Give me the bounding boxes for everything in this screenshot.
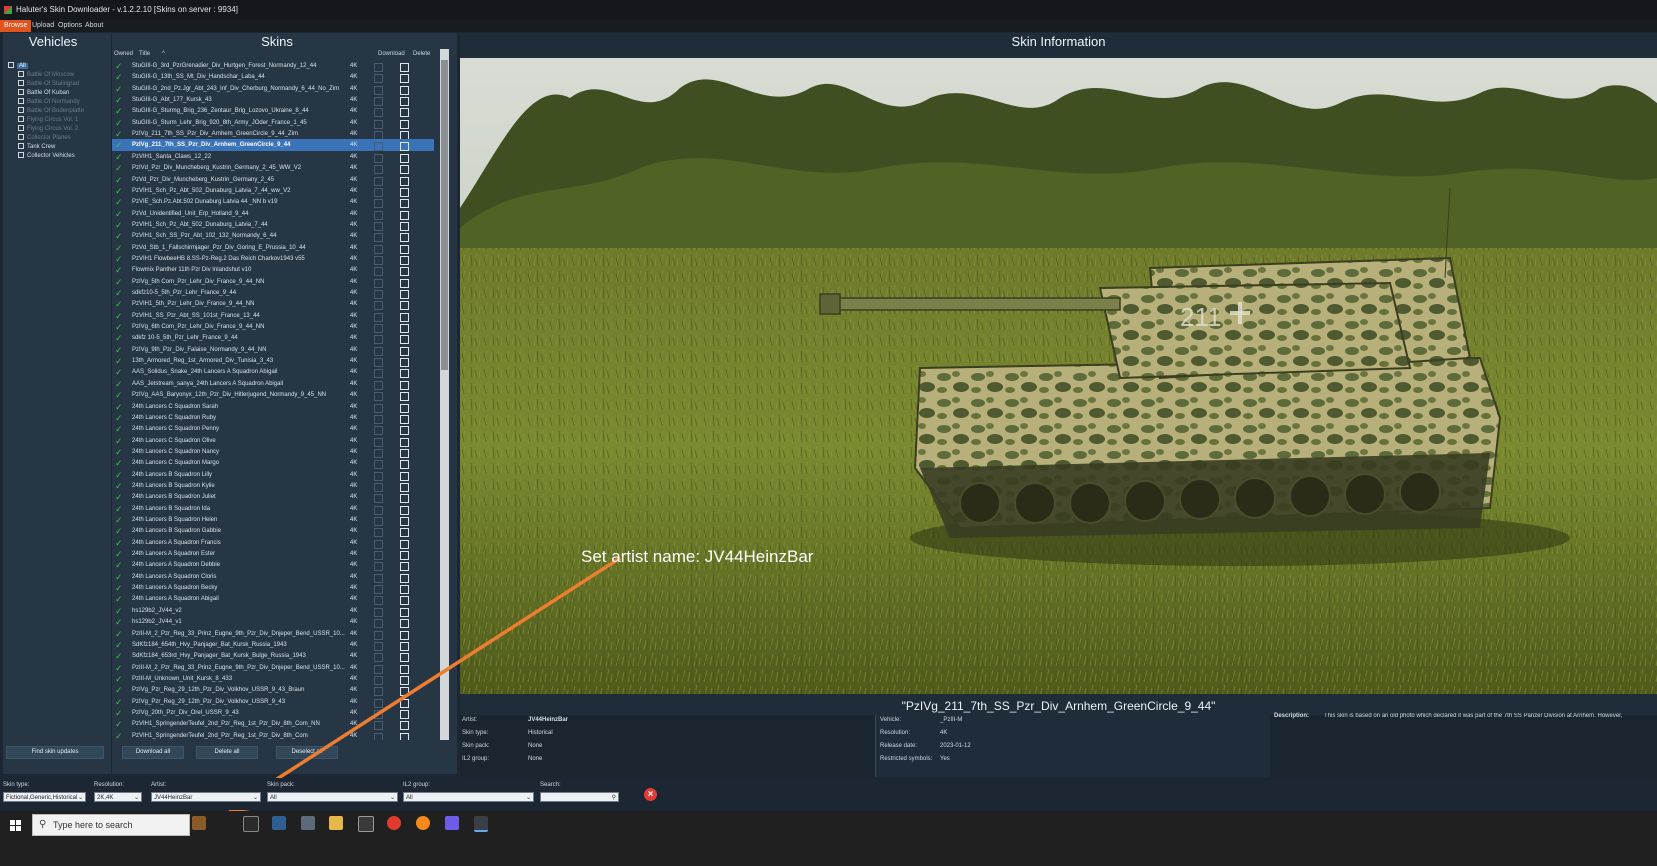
search-input[interactable]: ⚲	[540, 792, 619, 802]
calculator-icon[interactable]	[301, 816, 315, 830]
chevron-down-icon: ⌄	[389, 795, 395, 801]
task-view-icon[interactable]	[243, 816, 259, 832]
chevron-down-icon: ⌄	[525, 795, 531, 801]
dcs-app-icon[interactable]	[272, 816, 286, 830]
il2-group-label: IL2 group:	[462, 756, 490, 762]
skin-details: Artist: JV44HeinzBar Skin type: Historic…	[460, 713, 1657, 777]
resolution-filter-select[interactable]: 2K,4K ⌄	[94, 792, 142, 802]
search-filter-label: Search:	[540, 782, 561, 788]
skin-pack-filter-select[interactable]: All ⌄	[267, 792, 398, 802]
skin-type-filter-select[interactable]: Fictional,Generic,Historical ⌄	[3, 792, 86, 802]
artist-filter-label: Artist:	[151, 782, 167, 788]
widgets-icon[interactable]	[192, 816, 206, 830]
skin-downloader-taskbar-icon[interactable]	[474, 816, 488, 832]
restricted-symbols-value: Yes	[940, 756, 950, 762]
skin-type-filter-value: Fictional,Generic,Historical	[6, 795, 78, 801]
release-date-label: Release date:	[880, 743, 918, 749]
skin-pack-label: Skin pack:	[462, 743, 490, 749]
il2-group-filter-value: All	[406, 795, 413, 801]
discord-icon[interactable]	[445, 816, 459, 830]
chevron-down-icon: ⌄	[77, 795, 83, 801]
details-middle	[876, 715, 1269, 777]
skin-pack-filter-value: All	[270, 795, 277, 801]
chevron-down-icon: ⌄	[252, 795, 258, 801]
description-text: This skin is based on an old photo which…	[1324, 713, 1623, 719]
firefox-icon[interactable]	[416, 816, 430, 830]
il2-group-value: None	[528, 756, 543, 762]
media-player-icon[interactable]	[358, 816, 374, 832]
resolution-value: 4K	[940, 730, 948, 736]
taskbar: ⚲ Type here to search	[0, 811, 1657, 866]
restricted-symbols-label: Restricted symbols:	[880, 756, 933, 762]
annotation-text: Set artist name: JV44HeinzBar	[581, 547, 814, 566]
skin-pack-filter-label: Skin pack:	[267, 782, 295, 788]
details-description	[1270, 715, 1657, 777]
details-left	[460, 715, 876, 777]
skin-title: "PzIVg_211_7th_SS_Pzr_Div_Arnhem_GreenCi…	[901, 699, 1216, 713]
description-label: Description:	[1274, 713, 1310, 719]
artist-filter-value: JV44HeinzBar	[154, 795, 193, 801]
resolution-filter-value: 2K,4K	[97, 795, 114, 801]
vehicle-label: Vehicle:	[880, 717, 902, 723]
skin-type-filter-label: Skin type:	[3, 782, 30, 788]
search-icon[interactable]: ⚲	[612, 793, 616, 803]
il2-group-filter-label: IL2 group:	[403, 782, 431, 788]
taskbar-search-placeholder: Type here to search	[53, 820, 133, 830]
skin-type-value: Historical	[528, 730, 553, 736]
release-date-value: 2023-01-12	[940, 743, 971, 749]
resolution-label: Resolution:	[880, 730, 911, 736]
filter-bar: Skin type: Fictional,Generic,Historical ⌄…	[0, 778, 1657, 810]
chrome-icon[interactable]	[387, 816, 401, 830]
artist-filter-select[interactable]: JV44HeinzBar ⌄	[151, 792, 261, 802]
search-icon: ⚲	[39, 819, 47, 830]
vehicle-value: _PzIII-M	[940, 717, 963, 723]
artist-value: JV44HeinzBar	[528, 717, 569, 723]
skin-type-label: Skin type:	[462, 730, 489, 736]
windows-start-icon[interactable]	[10, 820, 22, 832]
taskbar-search-box[interactable]: ⚲ Type here to search	[32, 814, 190, 836]
file-explorer-icon[interactable]	[329, 816, 343, 830]
clear-filters-icon[interactable]: ×	[644, 788, 657, 801]
skin-pack-value: None	[528, 743, 543, 749]
resolution-filter-label: Resolution:	[94, 782, 125, 788]
il2-group-filter-select[interactable]: All ⌄	[403, 792, 534, 802]
chevron-down-icon: ⌄	[133, 795, 139, 801]
artist-label: Artist:	[462, 717, 478, 723]
